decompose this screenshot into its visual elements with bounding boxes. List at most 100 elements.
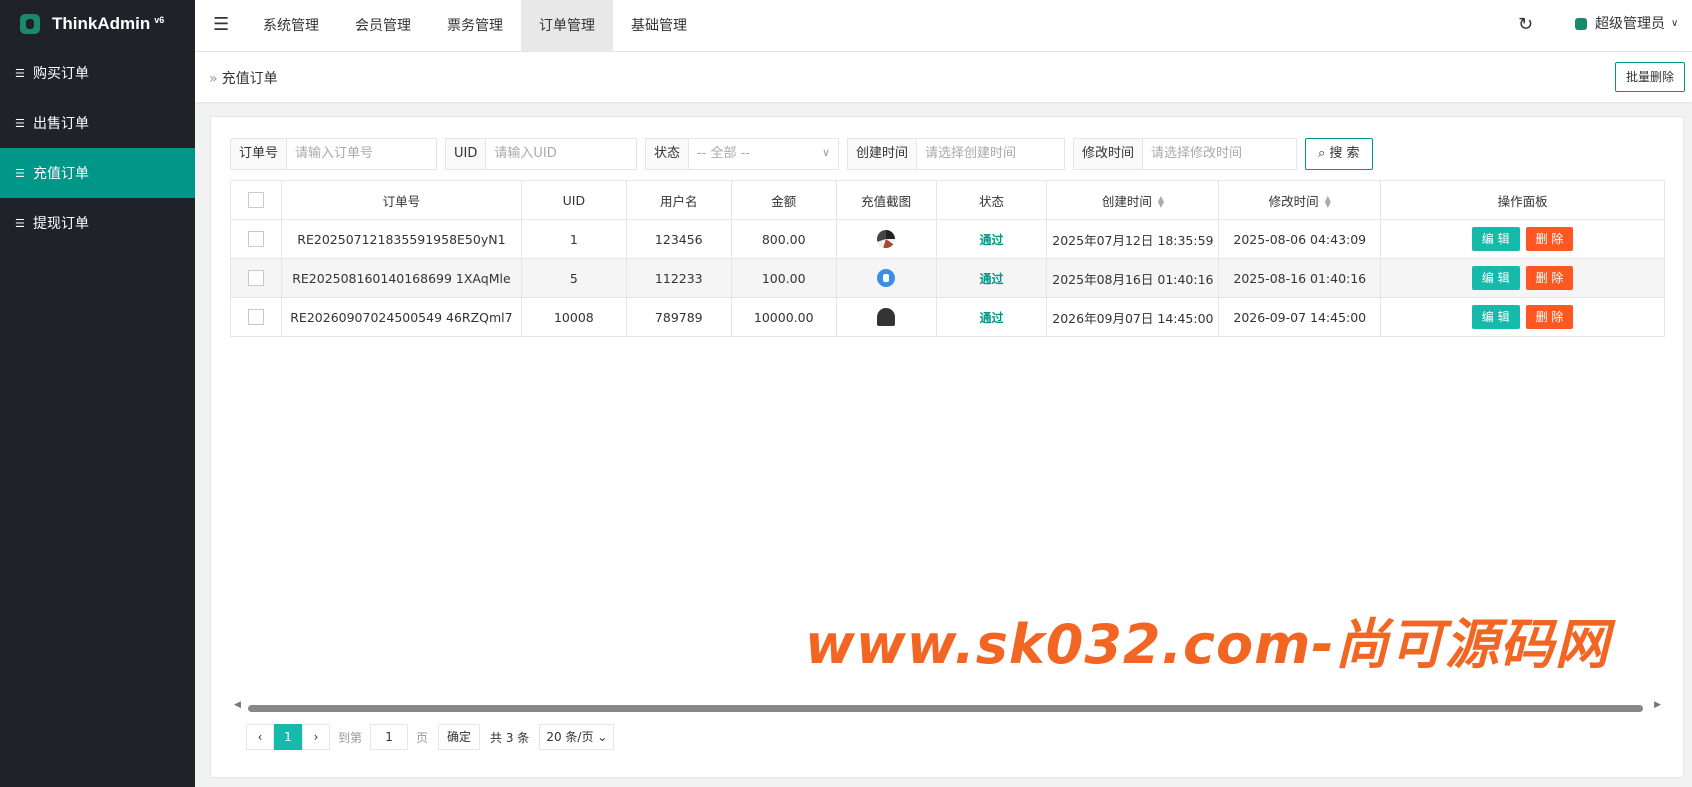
tab-system[interactable]: 系统管理 xyxy=(245,0,337,52)
avatar xyxy=(1575,18,1587,30)
confirm-button[interactable]: 确定 xyxy=(438,724,481,750)
cell-modified: 2025-08-16 01:40:16 xyxy=(1218,258,1382,298)
col-uid: UID xyxy=(521,180,627,220)
table-header: 订单号 UID 用户名 金额 充值截图 状态 创建时间 ▲ ▼ 修改时间 ▲ ▼ 操作面… xyxy=(230,180,1665,220)
logo[interactable]: ThinkAdmin v6 xyxy=(0,0,195,48)
horizontal-scrollbar[interactable]: ◀ ▶ xyxy=(230,700,1665,713)
menu-toggle-icon[interactable]: ☰ xyxy=(213,14,229,35)
col-order: 订单号 xyxy=(281,180,522,220)
col-status: 状态 xyxy=(936,180,1048,220)
total-count: 共 3 条 xyxy=(490,730,530,745)
prev-page-button[interactable]: ‹ xyxy=(246,724,274,750)
order-label: 订单号 xyxy=(231,139,288,169)
sidebar-item-recharge-orders[interactable]: ☰ 充值订单 xyxy=(0,148,195,198)
cell-created: 2025年08月16日 01:40:16 xyxy=(1046,258,1220,298)
cell-amount: 800.00 xyxy=(731,219,837,259)
delete-button[interactable]: 删 除 xyxy=(1525,227,1574,251)
table-row: RE202508160140168699 1XAqMle 5 112233 10… xyxy=(230,258,1665,298)
page-input[interactable]: 1 xyxy=(370,724,409,750)
screenshot-thumbnail[interactable] xyxy=(877,269,896,287)
batch-delete-button[interactable]: 批量删除 xyxy=(1614,62,1685,92)
uid-label: UID xyxy=(446,139,487,169)
edit-button[interactable]: 编 辑 xyxy=(1471,305,1520,329)
list-icon: ☰ xyxy=(15,116,25,130)
row-select-cell xyxy=(230,297,282,337)
table-row: RE20260907024500549 46RZQml7 10008 78978… xyxy=(230,297,1665,337)
cell-screenshot xyxy=(836,297,937,337)
search-form: 订单号 请输入订单号 UID 请输入UID 状态 -- 全部 -- ∨ 创建时间 请选择创… xyxy=(230,138,1373,170)
breadcrumb-title: 充值订单 xyxy=(221,71,278,87)
chevron-down-icon: ∨ xyxy=(1671,18,1679,29)
col-screenshot: 充值截图 xyxy=(836,180,937,220)
edit-button[interactable]: 编 辑 xyxy=(1471,227,1520,251)
screenshot-thumbnail[interactable] xyxy=(877,308,896,326)
cell-amount: 100.00 xyxy=(731,258,837,298)
user-name: 超级管理员 xyxy=(1595,16,1665,32)
modified-time-field: 修改时间 请选择修改时间 xyxy=(1073,138,1297,170)
per-page-select[interactable]: 20 条/页 ⌄ xyxy=(539,724,615,750)
col-modified[interactable]: 修改时间 ▲ ▼ xyxy=(1218,180,1382,220)
page-current[interactable]: 1 xyxy=(274,724,302,750)
sidebar-item-buy-orders[interactable]: ☰ 购买订单 xyxy=(0,48,195,98)
tab-orders[interactable]: 订单管理 xyxy=(521,0,613,52)
user-menu[interactable]: 超级管理员 ∨ xyxy=(1575,0,1678,48)
sidebar-item-label: 购买订单 xyxy=(33,66,89,82)
uid-field: UID 请输入UID xyxy=(445,138,637,170)
logo-icon xyxy=(20,14,40,34)
sidebar-item-withdraw-orders[interactable]: ☰ 提现订单 xyxy=(0,198,195,248)
order-field: 订单号 请输入订单号 xyxy=(230,138,437,170)
cell-user: 112233 xyxy=(626,258,732,298)
row-checkbox[interactable] xyxy=(247,270,264,287)
scroll-right-icon[interactable]: ▶ xyxy=(1654,700,1661,710)
uid-input[interactable]: 请输入UID xyxy=(486,139,556,169)
col-actions: 操作面板 xyxy=(1380,180,1665,220)
row-checkbox[interactable] xyxy=(247,231,264,248)
delete-button[interactable]: 删 除 xyxy=(1525,266,1574,290)
row-select-cell xyxy=(230,258,282,298)
cell-order: RE202507121835591958E50yN1 xyxy=(281,219,522,259)
orders-table: 订单号 UID 用户名 金额 充值截图 状态 创建时间 ▲ ▼ 修改时间 ▲ ▼ 操作面… xyxy=(230,180,1665,337)
modified-time-input[interactable]: 请选择修改时间 xyxy=(1143,139,1242,169)
cell-screenshot xyxy=(836,219,937,259)
status-label: 状态 xyxy=(646,139,690,169)
status-select[interactable]: -- 全部 -- xyxy=(689,139,750,169)
sidebar-item-sell-orders[interactable]: ☰ 出售订单 xyxy=(0,98,195,148)
cell-status: 通过 xyxy=(936,297,1048,337)
cell-user: 789789 xyxy=(626,297,732,337)
tab-members[interactable]: 会员管理 xyxy=(337,0,429,52)
scroll-thumb[interactable] xyxy=(248,705,1643,712)
col-created-label: 创建时间 xyxy=(1101,193,1152,209)
sort-icon[interactable]: ▲ ▼ xyxy=(1325,195,1331,209)
tab-tickets[interactable]: 票务管理 xyxy=(429,0,521,52)
screenshot-thumbnail[interactable] xyxy=(877,230,896,248)
list-icon: ☰ xyxy=(15,66,25,80)
delete-button[interactable]: 删 除 xyxy=(1525,305,1574,329)
logo-version: v6 xyxy=(154,15,165,25)
tab-basic[interactable]: 基础管理 xyxy=(613,0,705,52)
page-title: » 充值订单 xyxy=(209,68,278,88)
col-created[interactable]: 创建时间 ▲ ▼ xyxy=(1046,180,1220,220)
top-nav: 系统管理 会员管理 票务管理 订单管理 基础管理 xyxy=(245,0,705,52)
cell-actions: 编 辑删 除 xyxy=(1380,258,1665,298)
edit-button[interactable]: 编 辑 xyxy=(1471,266,1520,290)
created-time-input[interactable]: 请选择创建时间 xyxy=(917,139,1016,169)
next-page-button[interactable]: › xyxy=(302,724,330,750)
sidebar-item-label: 出售订单 xyxy=(33,116,89,132)
modified-time-label: 修改时间 xyxy=(1074,139,1144,169)
row-checkbox[interactable] xyxy=(247,309,264,326)
cell-modified: 2026-09-07 14:45:00 xyxy=(1218,297,1382,337)
sort-icon[interactable]: ▲ ▼ xyxy=(1158,195,1164,209)
created-time-label: 创建时间 xyxy=(848,139,918,169)
select-all-checkbox[interactable] xyxy=(247,192,264,209)
scroll-left-icon[interactable]: ◀ xyxy=(234,700,241,710)
status-field: 状态 -- 全部 -- ∨ xyxy=(645,138,839,170)
refresh-icon[interactable]: ↻ xyxy=(1518,14,1533,35)
cell-created: 2026年09月07日 14:45:00 xyxy=(1046,297,1220,337)
cell-uid: 10008 xyxy=(521,297,627,337)
select-all-cell xyxy=(230,180,282,220)
cell-status: 通过 xyxy=(936,258,1048,298)
cell-created: 2025年07月12日 18:35:59 xyxy=(1046,219,1220,259)
order-input[interactable]: 请输入订单号 xyxy=(287,139,373,169)
search-button[interactable]: ⌕ 搜 索 xyxy=(1305,138,1373,170)
row-select-cell xyxy=(230,219,282,259)
